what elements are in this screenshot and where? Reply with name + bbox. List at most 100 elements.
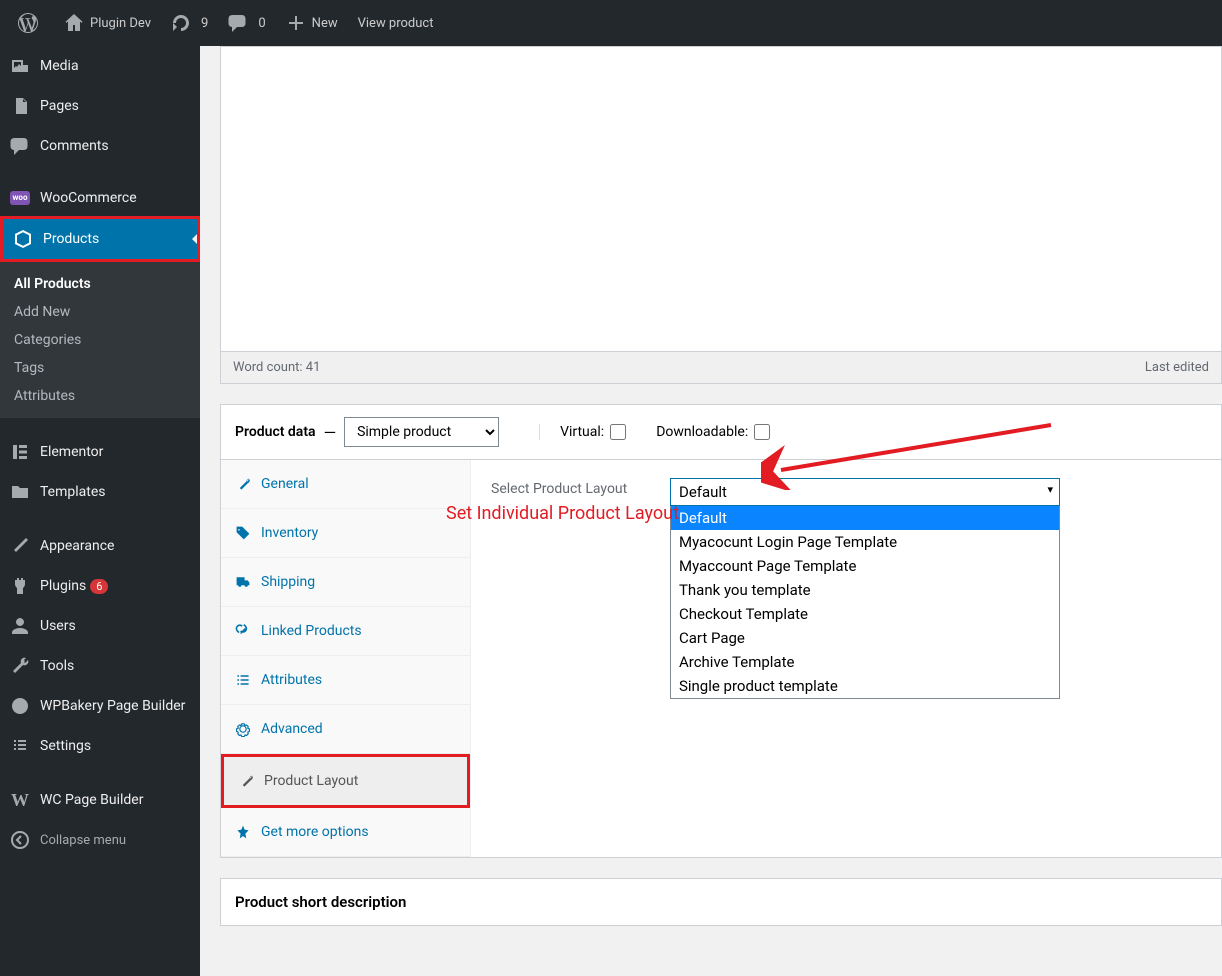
wrench-icon xyxy=(235,476,251,492)
sidebar-item-wpbakery[interactable]: WPBakery Page Builder xyxy=(0,686,200,726)
panel-title: Product data xyxy=(235,424,316,440)
layout-dropdown: Default Myacocunt Login Page Template My… xyxy=(670,506,1060,699)
wc-builder-icon: W xyxy=(10,790,30,810)
layout-label: Select Product Layout xyxy=(491,481,666,497)
product-data-header: Product data — Simple product Virtual: D… xyxy=(221,405,1221,460)
sidebar-item-plugins[interactable]: Plugins6 xyxy=(0,566,200,606)
editor-content[interactable] xyxy=(220,46,1222,352)
editor-footer: Word count: 41 Last edited xyxy=(220,352,1222,384)
comment-icon xyxy=(228,13,248,33)
sidebar-item-settings[interactable]: Settings xyxy=(0,726,200,766)
layout-option[interactable]: Thank you template xyxy=(671,578,1059,602)
layout-option[interactable]: Archive Template xyxy=(671,650,1059,674)
virtual-option[interactable]: Virtual: xyxy=(539,424,626,440)
sidebar-item-products[interactable]: Products xyxy=(0,216,200,262)
comments-count: 0 xyxy=(258,16,265,31)
tab-shipping[interactable]: Shipping xyxy=(221,558,470,607)
sidebar-item-wc-page-builder[interactable]: WWC Page Builder xyxy=(0,780,200,820)
sidebar-item-elementor[interactable]: Elementor xyxy=(0,432,200,472)
sidebar-item-pages[interactable]: Pages xyxy=(0,86,200,126)
product-data-panel: Product data — Simple product Virtual: D… xyxy=(220,404,1222,858)
layout-option[interactable]: Default xyxy=(671,506,1059,530)
woo-icon: woo xyxy=(10,191,30,205)
truck-icon xyxy=(235,574,251,590)
spark-icon xyxy=(235,824,251,840)
virtual-checkbox[interactable] xyxy=(610,424,626,440)
admin-sidebar: Media Pages Comments wooWooCommerce Prod… xyxy=(0,46,200,976)
downloadable-option[interactable]: Downloadable: xyxy=(656,424,770,440)
sidebar-item-comments[interactable]: Comments xyxy=(0,126,200,166)
new-link[interactable]: New xyxy=(276,0,348,46)
page-icon xyxy=(10,96,30,116)
layout-select[interactable]: Default xyxy=(670,478,1060,506)
word-count: Word count: 41 xyxy=(233,360,320,375)
tab-inventory[interactable]: Inventory xyxy=(221,509,470,558)
view-product-link[interactable]: View product xyxy=(348,0,444,46)
collapse-icon xyxy=(10,830,30,850)
comment-icon xyxy=(10,136,30,156)
layout-option[interactable]: Single product template xyxy=(671,674,1059,698)
products-submenu: All Products Add New Categories Tags Att… xyxy=(0,262,200,418)
comments-link[interactable]: 0 xyxy=(218,0,275,46)
wrench-icon xyxy=(238,773,254,789)
sidebar-item-media[interactable]: Media xyxy=(0,46,200,86)
submenu-item-add-new[interactable]: Add New xyxy=(0,298,200,326)
product-type-select[interactable]: Simple product xyxy=(344,417,499,447)
tab-attributes[interactable]: Attributes xyxy=(221,656,470,705)
link-icon xyxy=(235,623,251,639)
product-data-tabs: General Inventory Shipping Linked Produc… xyxy=(221,460,471,857)
site-link[interactable]: Plugin Dev xyxy=(54,0,161,46)
annotation-text: Set Individual Product Layout xyxy=(446,502,679,525)
panel-body: General Inventory Shipping Linked Produc… xyxy=(221,460,1221,857)
list-icon xyxy=(235,672,251,688)
submenu-item-attributes[interactable]: Attributes xyxy=(0,382,200,410)
site-name: Plugin Dev xyxy=(90,16,151,31)
tab-content: Select Product Layout Default Default My… xyxy=(471,460,1221,857)
updates-count: 9 xyxy=(201,16,208,31)
short-desc-title: Product short description xyxy=(235,893,1207,911)
submenu-item-tags[interactable]: Tags xyxy=(0,354,200,382)
wordpress-icon xyxy=(18,13,38,33)
appearance-icon xyxy=(10,536,30,556)
tab-linked-products[interactable]: Linked Products xyxy=(221,607,470,656)
wp-logo[interactable] xyxy=(8,0,54,46)
tab-get-more[interactable]: Get more options xyxy=(221,808,470,857)
tag-icon xyxy=(235,525,251,541)
sidebar-item-woocommerce[interactable]: wooWooCommerce xyxy=(0,180,200,216)
products-icon xyxy=(13,229,33,249)
layout-option[interactable]: Cart Page xyxy=(671,626,1059,650)
updates-link[interactable]: 9 xyxy=(161,0,218,46)
gear-icon xyxy=(235,721,251,737)
sidebar-item-appearance[interactable]: Appearance xyxy=(0,526,200,566)
layout-option[interactable]: Checkout Template xyxy=(671,602,1059,626)
layout-option[interactable]: Myaccount Page Template xyxy=(671,554,1059,578)
sidebar-item-templates[interactable]: Templates xyxy=(0,472,200,512)
submenu-item-categories[interactable]: Categories xyxy=(0,326,200,354)
settings-icon xyxy=(10,736,30,756)
tab-general[interactable]: General xyxy=(221,460,470,509)
update-icon xyxy=(171,13,191,33)
home-icon xyxy=(64,13,84,33)
last-edited: Last edited xyxy=(1145,360,1209,375)
layout-option[interactable]: Myacocunt Login Page Template xyxy=(671,530,1059,554)
new-label: New xyxy=(312,16,338,31)
plugins-icon xyxy=(10,576,30,596)
tools-icon xyxy=(10,656,30,676)
submenu-item-all-products[interactable]: All Products xyxy=(0,270,200,298)
folder-icon xyxy=(10,482,30,502)
users-icon xyxy=(10,616,30,636)
downloadable-checkbox[interactable] xyxy=(754,424,770,440)
collapse-menu[interactable]: Collapse menu xyxy=(0,820,200,860)
sidebar-item-tools[interactable]: Tools xyxy=(0,646,200,686)
short-description-panel: Product short description xyxy=(220,878,1222,926)
wpbakery-icon xyxy=(10,696,30,716)
tab-product-layout[interactable]: Product Layout xyxy=(221,754,470,808)
plugins-badge: 6 xyxy=(90,579,108,594)
main-content: Word count: 41 Last edited Product data … xyxy=(200,46,1222,976)
sidebar-item-users[interactable]: Users xyxy=(0,606,200,646)
elementor-icon xyxy=(10,442,30,462)
plus-icon xyxy=(286,13,306,33)
tab-advanced[interactable]: Advanced xyxy=(221,705,470,754)
media-icon xyxy=(10,56,30,76)
admin-bar: Plugin Dev 9 0 New View product xyxy=(0,0,1222,46)
